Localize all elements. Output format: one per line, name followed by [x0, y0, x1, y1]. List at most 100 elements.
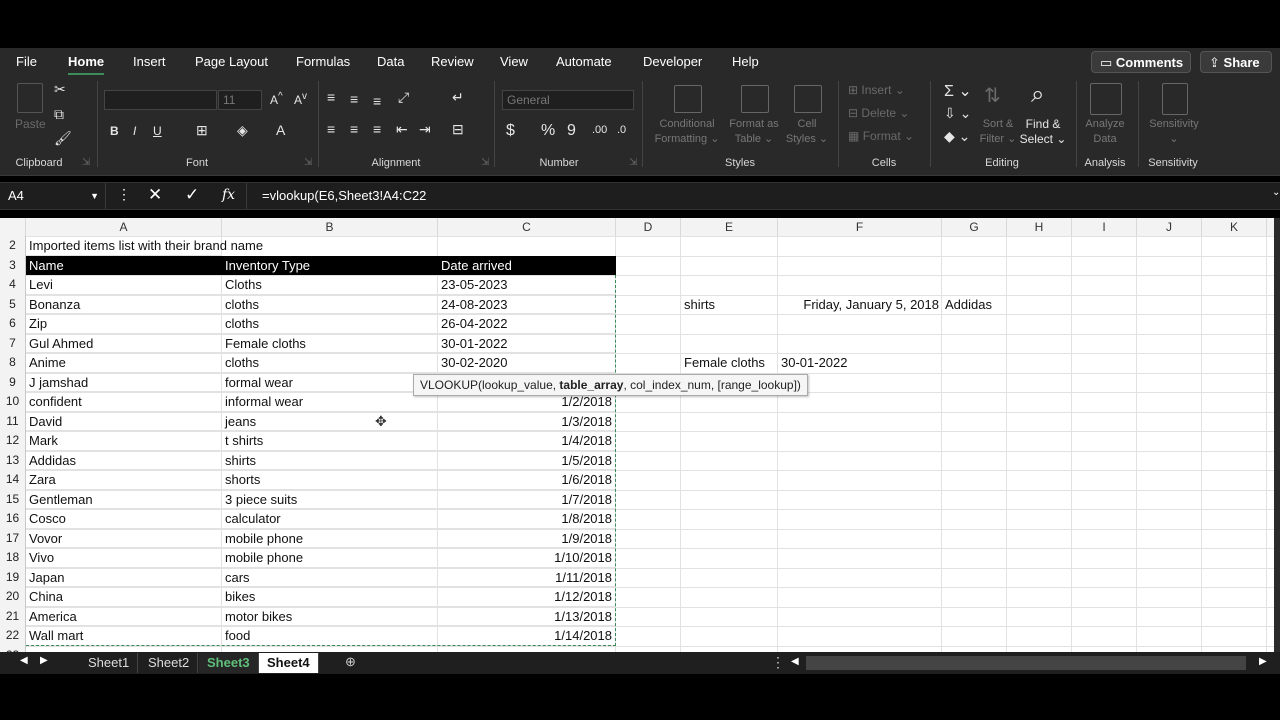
sensitivity-button[interactable]: Sensitivity ⌄ [1143, 117, 1205, 147]
type-cell[interactable]: food [222, 626, 438, 646]
enter-icon[interactable]: ✓ [185, 185, 199, 205]
format-cells-button[interactable]: ▦ Format ⌄ [848, 129, 914, 143]
date-cell[interactable]: 26-04-2022 [438, 314, 616, 334]
align-right-icon[interactable]: ≡ [373, 121, 381, 137]
name-cell[interactable]: America [26, 606, 222, 626]
row-header[interactable]: 2 [0, 236, 26, 256]
menu-insert[interactable]: Insert [133, 54, 166, 69]
name-cell[interactable]: David [26, 411, 222, 431]
menu-developer[interactable]: Developer [643, 54, 702, 69]
type-cell[interactable]: calculator [222, 509, 438, 529]
type-cell[interactable]: mobile phone [222, 548, 438, 568]
format-painter-icon[interactable]: 🖌 [54, 130, 72, 147]
type-cell[interactable]: cloths [222, 294, 438, 314]
analyze-data-button[interactable]: Analyze Data [1080, 117, 1130, 147]
name-box[interactable]: A4 ▼ [0, 183, 106, 209]
name-cell[interactable]: Mark [26, 431, 222, 451]
font-color-icon[interactable]: A [276, 122, 285, 138]
lookup-result-cell[interactable]: 30-01-2022 [778, 353, 942, 373]
date-cell[interactable]: 1/13/2018 [438, 606, 616, 626]
more-options-icon[interactable]: ⋮ [117, 186, 131, 203]
lookup-result-cell[interactable]: Addidas [942, 295, 1007, 315]
date-cell[interactable]: 30-02-2020 [438, 353, 616, 373]
date-cell[interactable]: 1/6/2018 [438, 470, 616, 490]
row-header[interactable]: 11 [0, 411, 26, 431]
column-header-c[interactable]: C [438, 218, 616, 236]
sheet-tab-4[interactable]: Sheet4 [259, 653, 319, 673]
row-header[interactable]: 16 [0, 509, 26, 529]
decrease-font-icon[interactable]: Av [294, 91, 307, 107]
borders-icon[interactable]: ⊞ [196, 122, 208, 139]
name-cell[interactable]: Cosco [26, 509, 222, 529]
date-cell[interactable]: 1/8/2018 [438, 509, 616, 529]
row-header[interactable]: 5 [0, 294, 26, 314]
column-header-a[interactable]: A [26, 218, 222, 236]
menu-page-layout[interactable]: Page Layout [195, 54, 268, 69]
column-header-e[interactable]: E [681, 218, 778, 236]
tab-options-icon[interactable]: ⋮ [771, 654, 785, 671]
copy-icon[interactable]: ⧉ [54, 106, 64, 123]
name-cell[interactable]: Bonanza [26, 294, 222, 314]
add-sheet-icon[interactable]: ⊕ [345, 654, 356, 670]
sheet-title-cell[interactable]: Imported items list with their brand nam… [26, 236, 263, 256]
column-header-j[interactable]: J [1137, 218, 1202, 236]
align-bottom-icon[interactable]: ≡ [373, 93, 381, 109]
type-cell[interactable]: cars [222, 567, 438, 587]
italic-icon[interactable]: I [133, 124, 136, 138]
date-cell[interactable]: 24-08-2023 [438, 294, 616, 314]
next-sheet-icon[interactable]: ▶ [40, 655, 48, 666]
row-header[interactable]: 14 [0, 470, 26, 490]
column-header-h[interactable]: H [1007, 218, 1072, 236]
type-cell[interactable]: informal wear [222, 392, 438, 412]
column-header-f[interactable]: F [778, 218, 942, 236]
insert-function-icon[interactable]: fx [222, 187, 235, 203]
name-cell[interactable]: Wall mart [26, 626, 222, 646]
sheet-tab-2[interactable]: Sheet2 [140, 653, 199, 673]
name-cell[interactable]: China [26, 587, 222, 607]
wrap-text-icon[interactable]: ↵ [452, 89, 464, 106]
font-size-combo[interactable]: 11 [218, 90, 262, 110]
name-cell[interactable]: Anime [26, 353, 222, 373]
row-header[interactable]: 13 [0, 450, 26, 470]
row-header[interactable]: 6 [0, 314, 26, 334]
cut-icon[interactable]: ✂ [54, 81, 66, 98]
align-middle-icon[interactable]: ≡ [350, 91, 358, 107]
percent-icon[interactable]: % [541, 122, 555, 140]
column-header-g[interactable]: G [942, 218, 1007, 236]
type-cell[interactable]: Female cloths [222, 333, 438, 353]
delete-cells-button[interactable]: ⊟ Delete ⌄ [848, 106, 909, 120]
formula-input[interactable]: =vlookup(E6,Sheet3!A4:C22 [262, 188, 426, 203]
date-cell[interactable]: 1/7/2018 [438, 489, 616, 509]
number-launcher-icon[interactable]: ⇲ [629, 157, 637, 168]
increase-font-icon[interactable]: A^ [270, 91, 283, 107]
row-header[interactable]: 10 [0, 392, 26, 412]
autosum-icon[interactable]: Σ ⌄ [944, 81, 972, 101]
clipboard-launcher-icon[interactable]: ⇲ [82, 157, 90, 168]
sort-filter-button[interactable]: Sort & Filter ⌄ [975, 117, 1021, 147]
type-cell[interactable]: jeans [222, 411, 438, 431]
menu-view[interactable]: View [500, 54, 528, 69]
header-cell[interactable]: Name [26, 255, 222, 275]
row-header[interactable]: 19 [0, 567, 26, 587]
row-header[interactable]: 8 [0, 353, 26, 373]
name-cell[interactable]: Vovor [26, 528, 222, 548]
sheet-tab-3[interactable]: Sheet3 [199, 653, 259, 673]
menu-formulas[interactable]: Formulas [296, 54, 350, 69]
scroll-right-icon[interactable]: ▶ [1259, 656, 1267, 667]
row-header[interactable]: 22 [0, 626, 26, 646]
bold-icon[interactable]: B [110, 124, 119, 138]
type-cell[interactable]: mobile phone [222, 528, 438, 548]
grid-body[interactable]: 234567891011121314151617181920212223Impo… [0, 236, 1274, 652]
currency-icon[interactable]: $ [506, 122, 515, 140]
name-cell[interactable]: confident [26, 392, 222, 412]
type-cell[interactable]: cloths [222, 314, 438, 334]
date-cell[interactable]: 1/14/2018 [438, 626, 616, 646]
paste-button[interactable]: Paste [15, 117, 46, 131]
column-header-k[interactable]: K [1202, 218, 1267, 236]
align-top-icon[interactable]: ≡ [327, 89, 335, 105]
row-header[interactable]: 18 [0, 548, 26, 568]
type-cell[interactable]: formal wear [222, 372, 438, 392]
format-as-table-button[interactable]: Format as Table ⌄ [722, 117, 786, 147]
row-header[interactable]: 4 [0, 275, 26, 295]
name-cell[interactable]: Vivo [26, 548, 222, 568]
